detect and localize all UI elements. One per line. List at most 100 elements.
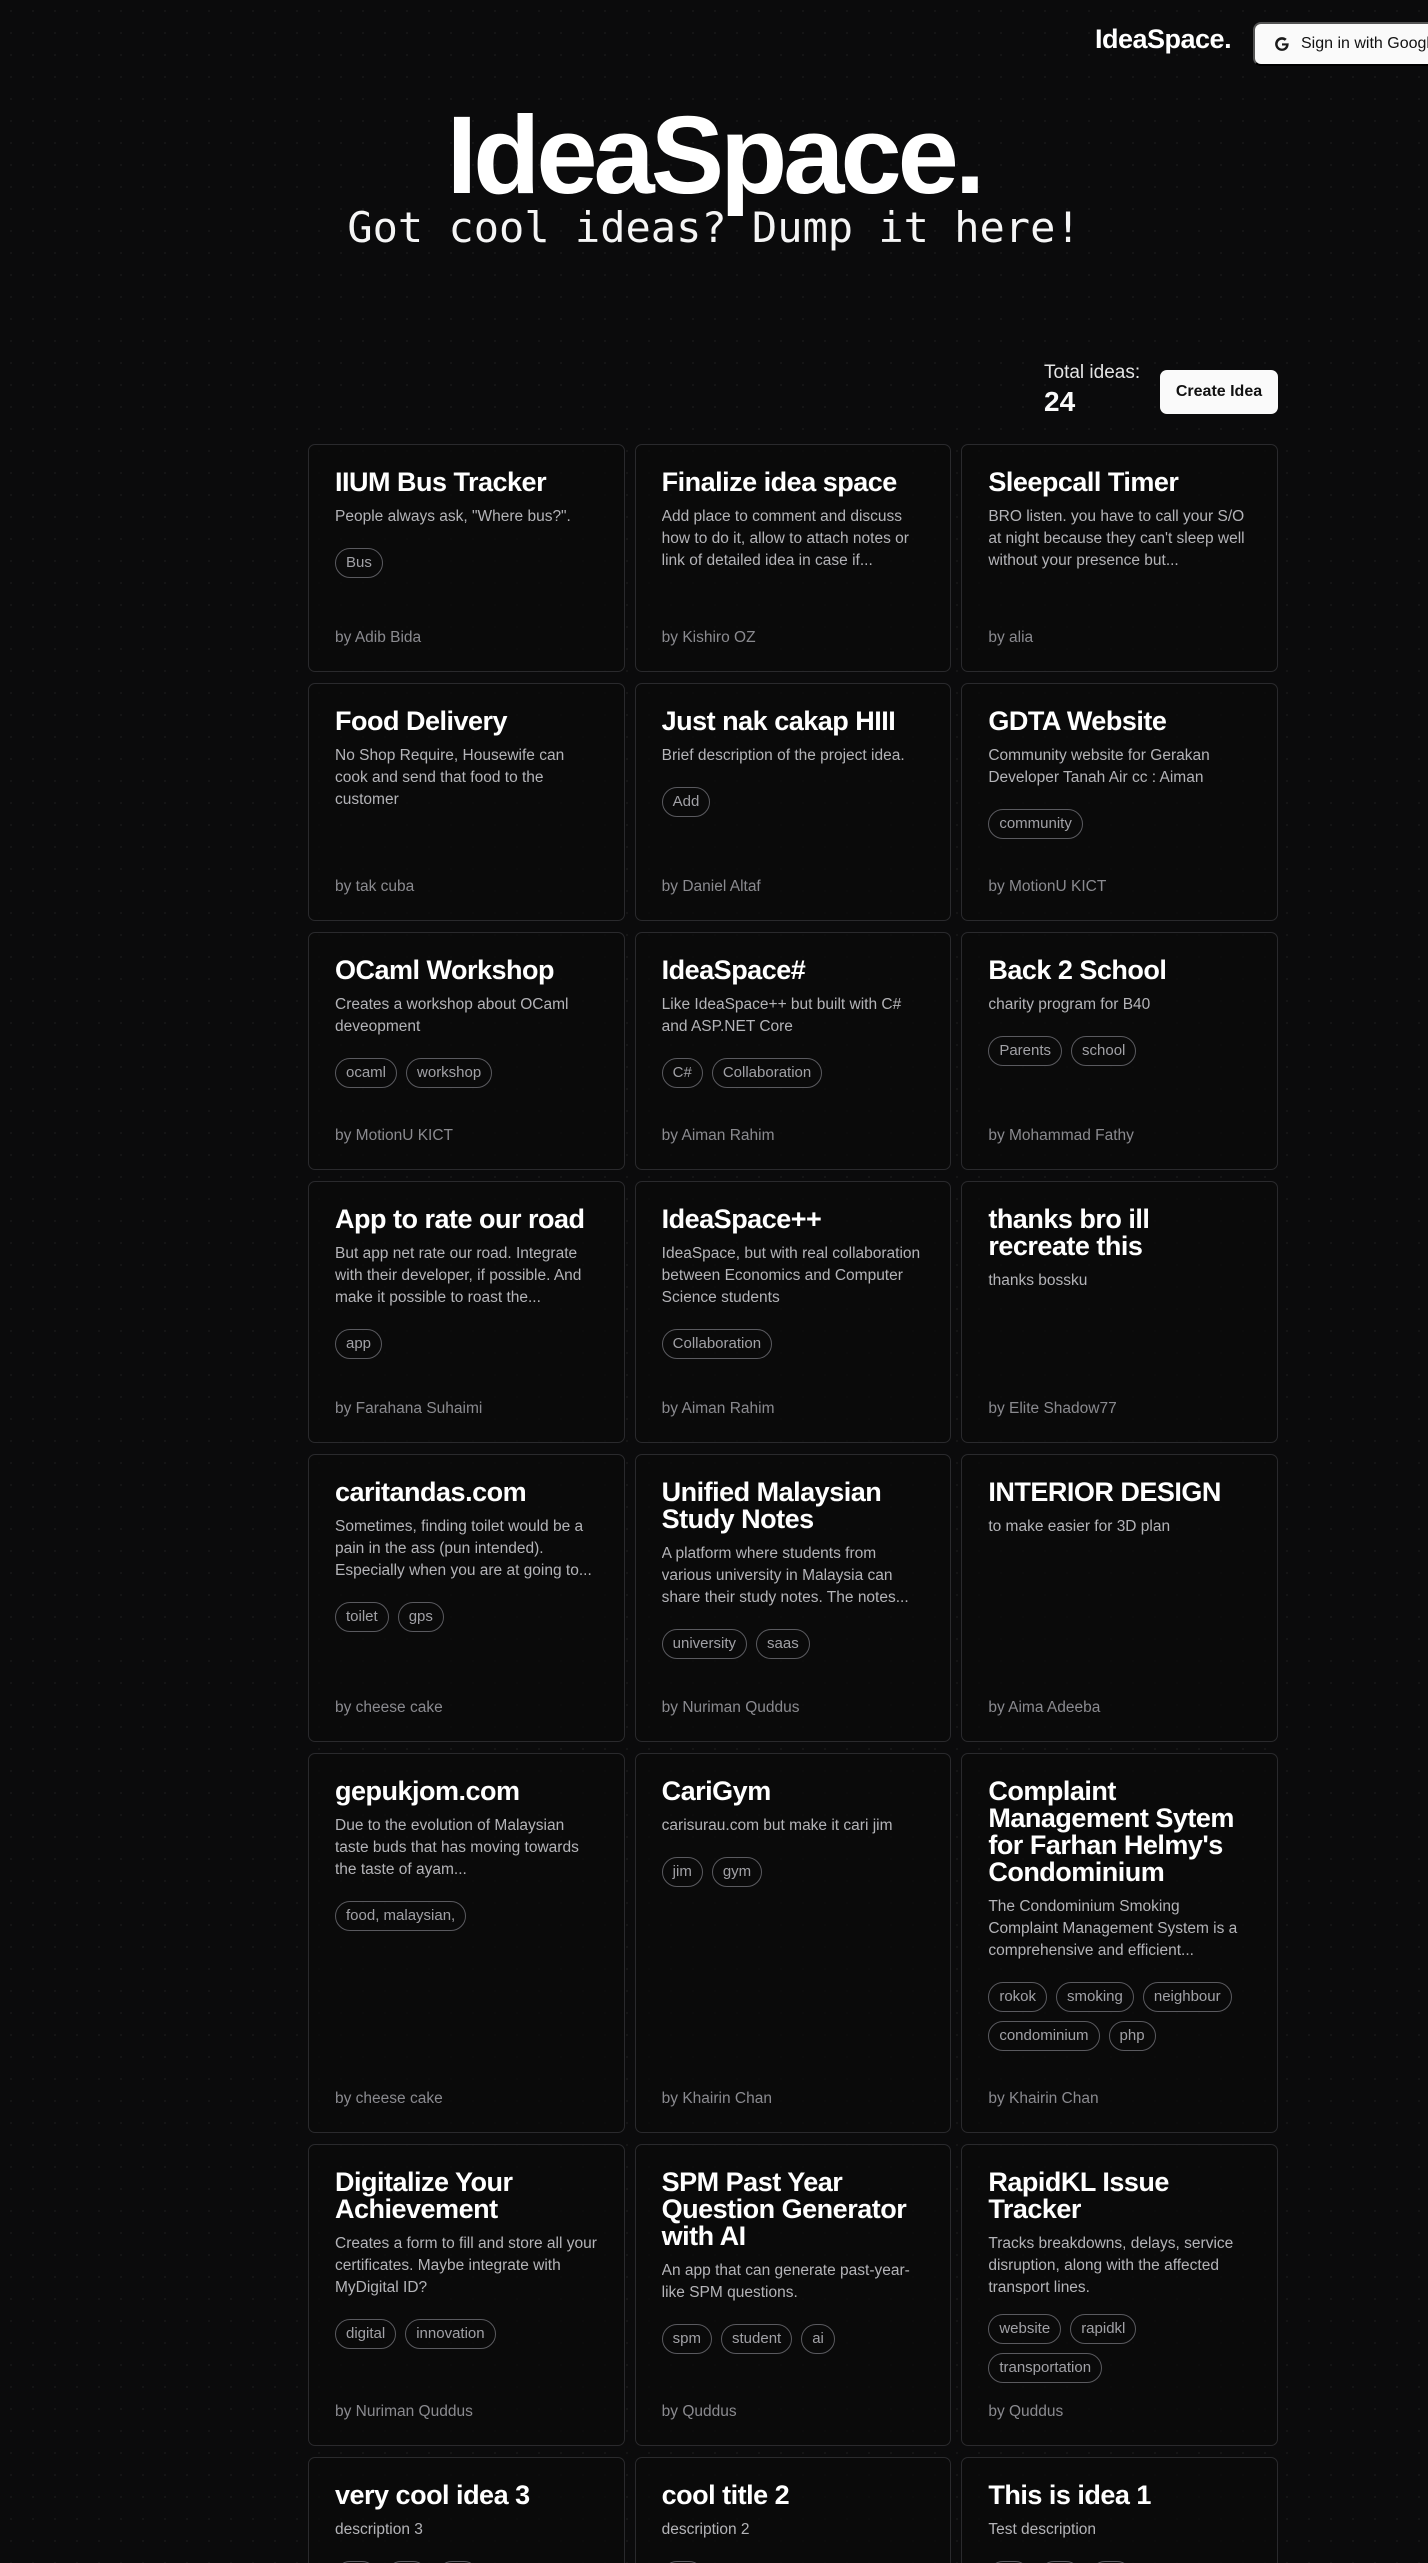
idea-description: carisurau.com but make it cari jim — [661, 1817, 893, 1834]
idea-card[interactable]: App to rate our road But app net rate our… — [308, 1181, 625, 1443]
tag-list: app — [335, 1329, 598, 1359]
idea-title: INTERIOR DESIGN — [988, 1477, 1221, 1507]
idea-description: An app that can generate past-year-like … — [661, 2262, 910, 2301]
idea-description: Tracks breakdowns, delays, service disru… — [988, 2235, 1234, 2294]
tag-badge: Collaboration — [711, 1058, 823, 1088]
idea-card[interactable]: very cool idea 3 description 3 — [308, 2457, 625, 2563]
idea-description: People always ask, "Where bus?". — [335, 508, 571, 525]
tag-badge: app — [335, 1329, 383, 1359]
tag-list: university saas — [661, 1629, 925, 1659]
idea-card[interactable]: gepukjom.com Due to the evolution of Mala… — [308, 1753, 625, 2133]
idea-card[interactable]: cool title 2 description 2 — [634, 2457, 952, 2563]
tag-list: Collaboration — [661, 1329, 925, 1359]
idea-title: cool title 2 — [661, 2480, 790, 2510]
idea-author: by Quddus — [661, 2403, 737, 2420]
idea-card[interactable]: caritandas.com Sometimes, finding toilet … — [308, 1454, 625, 1742]
sign-in-google-button[interactable]: Sign in with Google — [1253, 22, 1428, 66]
idea-card[interactable]: Food Delivery No Shop Require, Housewife … — [308, 683, 625, 921]
idea-card[interactable]: This is idea 1 Test description — [961, 2457, 1278, 2563]
idea-card[interactable]: Just nak cakap HIII Brief description of … — [634, 683, 952, 921]
ideas-count-label: Total ideas: — [1044, 362, 1141, 383]
idea-title: very cool idea 3 — [335, 2480, 530, 2510]
idea-author: by cheese cake — [335, 2090, 443, 2107]
idea-title: Finalize idea space — [661, 467, 898, 497]
idea-description: Sometimes, finding toilet would be a pai… — [335, 1518, 592, 1579]
idea-card[interactable]: IdeaSpace# Like IdeaSpace++ but built wit… — [634, 932, 952, 1170]
tag-badge: transportation — [988, 2353, 1103, 2383]
idea-card[interactable]: RapidKL Issue Tracker Tracks breakdowns, … — [961, 2144, 1278, 2446]
tag-badge: rokok — [988, 1982, 1048, 2012]
idea-card[interactable]: SPM Past Year Question Generator with AI… — [634, 2144, 952, 2446]
tag-badge: Bus — [335, 548, 383, 578]
idea-description: Creates a form to fill and store all you… — [335, 2235, 597, 2296]
idea-title: Food Delivery — [335, 706, 508, 736]
tag-list: toilet gps — [335, 1602, 598, 1632]
idea-description: Community website for Gerakan Developer … — [988, 747, 1210, 786]
tag-badge: toilet — [335, 1602, 389, 1632]
tag-list: rokok smoking neighbour condominium php — [988, 1982, 1251, 2051]
tag-list: digital innovation — [335, 2319, 598, 2349]
idea-author: by alia — [988, 629, 1034, 646]
idea-title: thanks bro ill recreate this — [988, 1204, 1150, 1261]
idea-author: by Aiman Rahim — [661, 1127, 775, 1144]
idea-card[interactable]: CariGym carisurau.com but make it cari ji… — [634, 1753, 952, 2133]
idea-author: by Kishiro OZ — [661, 629, 756, 646]
idea-card[interactable]: Complaint Management Sytem for Farhan He… — [961, 1753, 1278, 2133]
create-idea-button[interactable]: Create Idea — [1160, 370, 1278, 414]
idea-title: Back 2 School — [988, 955, 1167, 985]
idea-title: gepukjom.com — [335, 1776, 520, 1806]
tag-badge: neighbour — [1142, 1982, 1232, 2012]
idea-title: RapidKL Issue Tracker — [988, 2167, 1169, 2224]
tag-badge: saas — [756, 1629, 810, 1659]
idea-author: by Elite Shadow77 — [988, 1400, 1117, 1417]
idea-title: IdeaSpace++ — [661, 1204, 822, 1234]
idea-card[interactable]: GDTA Website Community website for Geraka… — [961, 683, 1278, 921]
idea-description: Due to the evolution of Malaysian taste … — [335, 1817, 579, 1878]
tag-list: C# Collaboration — [661, 1058, 925, 1088]
tag-badge: condominium — [988, 2021, 1100, 2051]
idea-card[interactable]: thanks bro ill recreate this thanks bossk… — [961, 1181, 1278, 1443]
idea-title: OCaml Workshop — [335, 955, 555, 985]
idea-card[interactable]: OCaml Workshop Creates a workshop about O… — [308, 932, 625, 1170]
idea-author: by Farahana Suhaimi — [335, 1400, 483, 1417]
idea-title: IIUM Bus Tracker — [335, 467, 547, 497]
idea-description: But app net rate our road. Integrate wit… — [335, 1245, 582, 1306]
idea-title: CariGym — [661, 1776, 772, 1806]
idea-card[interactable]: INTERIOR DESIGN to make easier for 3D pla… — [961, 1454, 1278, 1742]
idea-title: Sleepcall Timer — [988, 467, 1179, 497]
idea-description: description 3 — [335, 2521, 423, 2538]
idea-author: by Khairin Chan — [661, 2090, 772, 2107]
idea-title: Unified Malaysian Study Notes — [661, 1477, 882, 1534]
tag-list: community — [988, 809, 1251, 839]
google-icon — [1275, 37, 1290, 51]
hero-subtitle: Got cool ideas? Dump it here! — [347, 203, 1081, 252]
tag-list: food, malaysian, — [335, 1901, 598, 1931]
idea-description: BRO listen. you have to call your S/O at… — [988, 508, 1245, 569]
idea-title: caritandas.com — [335, 1477, 527, 1507]
tag-badge: C# — [661, 1058, 703, 1088]
ideas-count: Total ideas: 24 — [1044, 362, 1140, 418]
idea-author: by Aima Adeeba — [988, 1699, 1101, 1716]
tag-badge: ocaml — [335, 1058, 398, 1088]
idea-author: by Mohammad Fathy — [988, 1127, 1134, 1144]
idea-card[interactable]: IdeaSpace++ IdeaSpace, but with real coll… — [634, 1181, 952, 1443]
idea-card[interactable]: Digitalize Your Achievement Creates a for… — [308, 2144, 625, 2446]
idea-card[interactable]: Back 2 School charity program for B40 Pare… — [961, 932, 1278, 1170]
idea-title: Just nak cakap HIII — [661, 706, 896, 736]
idea-card[interactable]: Unified Malaysian Study Notes A platform … — [634, 1454, 952, 1742]
idea-author: by Aiman Rahim — [661, 1400, 775, 1417]
tag-list: Parents school — [988, 1036, 1251, 1066]
idea-card[interactable]: Finalize idea space Add place to comment … — [634, 444, 952, 672]
tag-list: website rapidkl transportation — [988, 2314, 1251, 2383]
tag-badge: php — [1108, 2021, 1156, 2051]
idea-title: Complaint Management Sytem for Farhan He… — [988, 1776, 1234, 1887]
hero-title: IdeaSpace. — [446, 94, 986, 217]
tag-badge: digital — [335, 2319, 397, 2349]
nav-brand[interactable]: IdeaSpace. — [1095, 24, 1232, 55]
tag-badge: spm — [661, 2324, 712, 2354]
idea-card[interactable]: IIUM Bus Tracker People always ask, "Wher… — [308, 444, 625, 672]
idea-description: to make easier for 3D plan — [988, 1518, 1171, 1535]
idea-card[interactable]: Sleepcall Timer BRO listen. you have to c… — [961, 444, 1278, 672]
idea-description: Creates a workshop about OCaml deveopmen… — [335, 996, 569, 1035]
idea-description: The Condominium Smoking Complaint Manage… — [988, 1898, 1238, 1959]
